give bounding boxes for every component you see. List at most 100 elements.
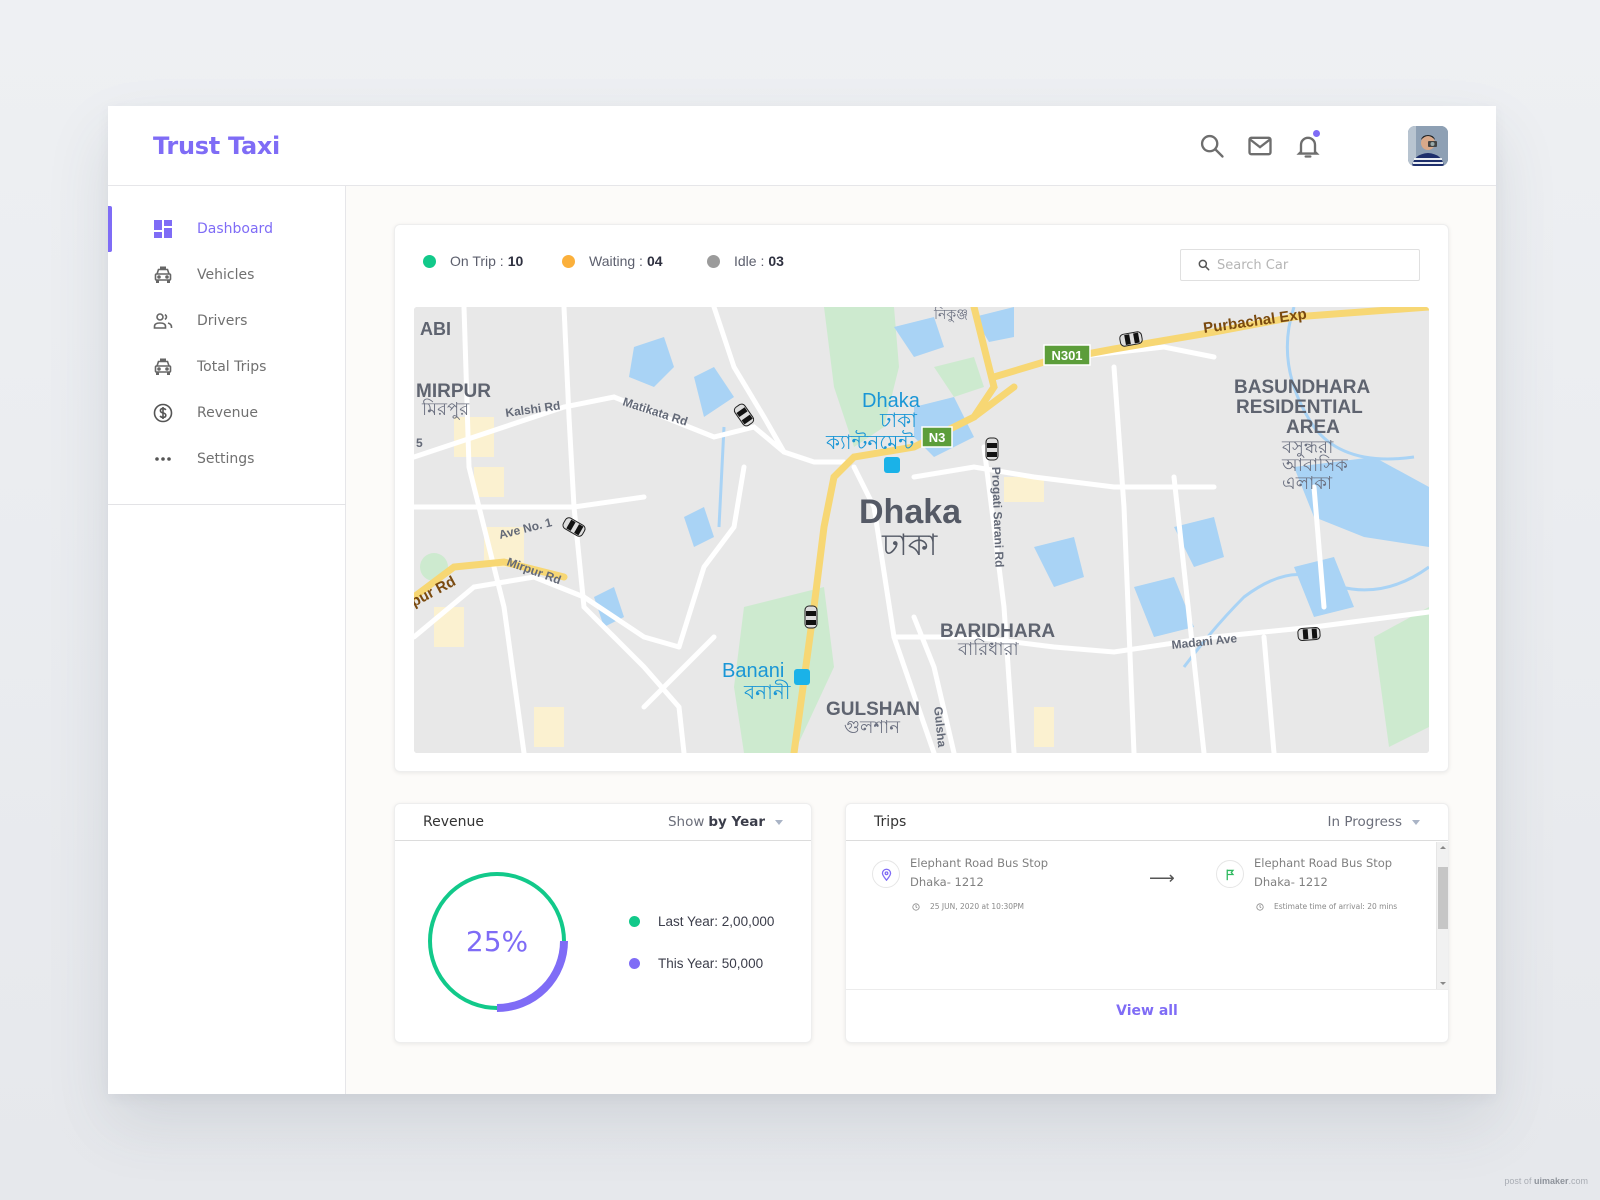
- status-count: 03: [768, 253, 784, 269]
- destination-eta: Estimate time of arrival: 20 mins: [1256, 902, 1397, 911]
- notifications-button[interactable]: [1294, 130, 1322, 160]
- map-label-basundhara: RESIDENTIAL: [1236, 397, 1363, 418]
- mail-icon: [1248, 136, 1272, 156]
- status-label: Waiting :: [589, 253, 643, 269]
- revenue-header: Revenue Show by Year: [395, 804, 811, 841]
- sidebar: Dashboard Vehicles Drivers Total Trips R…: [108, 186, 346, 1094]
- destination-area: Dhaka- 1212: [1254, 875, 1328, 889]
- more-dots-icon: [152, 448, 174, 470]
- car-marker[interactable]: [985, 437, 999, 461]
- trips-header: Trips In Progress: [846, 804, 1448, 841]
- dropdown-prefix: Show: [667, 814, 705, 830]
- map-label-basundhara-bn: আবাসিক: [1281, 455, 1348, 475]
- scroll-up-arrow[interactable]: [1440, 846, 1446, 849]
- brand-logo[interactable]: Trust Taxi: [153, 132, 280, 160]
- trips-scrollbar[interactable]: [1436, 842, 1448, 989]
- map-label-dhaka-bn: ঢাকা: [881, 529, 939, 562]
- status-count: 10: [507, 253, 524, 269]
- revenue-card: Revenue Show by Year 25% Last Year: 2,00…: [394, 803, 812, 1043]
- car-marker[interactable]: [1297, 627, 1321, 641]
- legend-label: Last Year: 2,00,000: [658, 914, 775, 929]
- revenue-period-dropdown[interactable]: Show by Year: [668, 814, 783, 830]
- status-idle: Idle : 03: [707, 253, 784, 269]
- view-all-link[interactable]: View all: [846, 1003, 1448, 1019]
- taxi-icon: [152, 264, 174, 286]
- top-bar: Trust Taxi: [108, 106, 1496, 186]
- car-marker[interactable]: [804, 605, 818, 629]
- map-label-basundhara: BASUNDHARA: [1234, 377, 1370, 398]
- clock-icon: [912, 902, 920, 911]
- highway-shield-n301: N301: [1043, 344, 1091, 366]
- scroll-thumb[interactable]: [1438, 867, 1448, 929]
- sidebar-item-dashboard[interactable]: Dashboard: [108, 206, 346, 252]
- sidebar-item-total-trips[interactable]: Total Trips: [108, 344, 346, 390]
- notification-badge: [1313, 130, 1320, 137]
- map-label-mirpur-bn: মিরপুর: [421, 399, 470, 419]
- status-on-trip: On Trip : 10: [423, 253, 523, 269]
- trips-status-dropdown[interactable]: In Progress: [1328, 814, 1420, 830]
- legend-this-year: This Year: 50,000: [629, 956, 763, 971]
- revenue-title: Revenue: [423, 814, 484, 830]
- status-label: Idle :: [734, 253, 765, 269]
- chevron-down-icon: [1412, 819, 1420, 825]
- map-label-road: 5: [416, 436, 423, 450]
- destination-flag-icon: [1216, 860, 1244, 888]
- mail-button[interactable]: [1246, 132, 1274, 160]
- dropdown-value: In Progress: [1327, 814, 1402, 830]
- pickup-time: 25 JUN, 2020 at 10:30PM: [912, 902, 1024, 911]
- sidebar-item-label: Vehicles: [197, 267, 255, 283]
- map-label-dhaka: Dhaka: [859, 493, 962, 531]
- search-button[interactable]: [1198, 132, 1226, 160]
- watermark: post of uimaker.com: [1504, 1176, 1588, 1186]
- search-icon: [1198, 259, 1210, 271]
- sidebar-item-label: Settings: [197, 451, 255, 467]
- sidebar-item-vehicles[interactable]: Vehicles: [108, 252, 346, 298]
- fleet-map[interactable]: ABI MIRPUR BASUNDHARA RESIDENTIAL AREA D…: [414, 307, 1429, 753]
- map-label-cantonment-bn: ঢাকা: [879, 410, 918, 432]
- sidebar-item-drivers[interactable]: Drivers: [108, 298, 346, 344]
- sidebar-item-label: Total Trips: [197, 359, 267, 375]
- map-label-gulshan-bn: গুলশান: [844, 717, 900, 737]
- clock-icon: [1256, 902, 1264, 911]
- map-label-nikunja: নিকুঞ্জ: [933, 307, 968, 323]
- trips-title: Trips: [874, 814, 907, 830]
- status-dot: [707, 254, 720, 268]
- sidebar-item-label: Dashboard: [197, 221, 273, 237]
- sidebar-item-settings[interactable]: Settings: [108, 436, 346, 482]
- map-label-cantonment: Dhaka: [862, 390, 921, 412]
- search-car-field[interactable]: [1180, 249, 1420, 281]
- trip-row[interactable]: Elephant Road Bus Stop Dhaka- 1212 25 JU…: [846, 842, 1432, 988]
- arrow-right-icon: ⟶: [1149, 868, 1175, 888]
- pickup-pin-icon: [872, 860, 900, 888]
- dashboard-icon: [152, 218, 174, 240]
- map-label-cantonment-bn: ক্যান্টনমেন্ট: [825, 430, 914, 454]
- sidebar-item-revenue[interactable]: Revenue: [108, 390, 346, 436]
- svg-text:N301: N301: [1051, 348, 1082, 363]
- sidebar-divider: [108, 504, 346, 505]
- taxi-icon: [152, 356, 174, 378]
- map-label-basundhara-bn: এলাকা: [1282, 473, 1333, 493]
- search-icon: [1200, 134, 1224, 158]
- chevron-down-icon: [775, 819, 783, 825]
- trips-card: Trips In Progress Elephant Road Bus Stop…: [845, 803, 1449, 1043]
- map-label-baridhara-bn: বারিধারা: [957, 639, 1019, 659]
- status-label: On Trip :: [450, 253, 504, 269]
- status-dot: [562, 254, 575, 268]
- fleet-map-card: On Trip : 10 Waiting : 04 Idle : 03 Sear…: [394, 224, 1449, 772]
- transit-icon: [884, 457, 900, 473]
- map-label-banani: Banani: [722, 660, 784, 682]
- dropdown-value: by Year: [708, 814, 765, 830]
- sidebar-item-label: Revenue: [197, 405, 258, 421]
- legend-dot: [629, 916, 640, 927]
- search-car-input[interactable]: [1217, 257, 1407, 273]
- destination-name: Elephant Road Bus Stop: [1254, 856, 1393, 870]
- scroll-down-arrow[interactable]: [1440, 982, 1446, 985]
- legend-label: This Year: 50,000: [658, 956, 764, 971]
- status-waiting: Waiting : 04: [562, 253, 663, 269]
- user-avatar[interactable]: [1408, 126, 1448, 166]
- sidebar-item-label: Drivers: [197, 313, 248, 329]
- pickup-name: Elephant Road Bus Stop: [910, 856, 1049, 870]
- highway-shield-n3: N3: [921, 426, 953, 448]
- transit-icon: [794, 669, 810, 685]
- map-label-banani-bn: বনানী: [743, 680, 791, 704]
